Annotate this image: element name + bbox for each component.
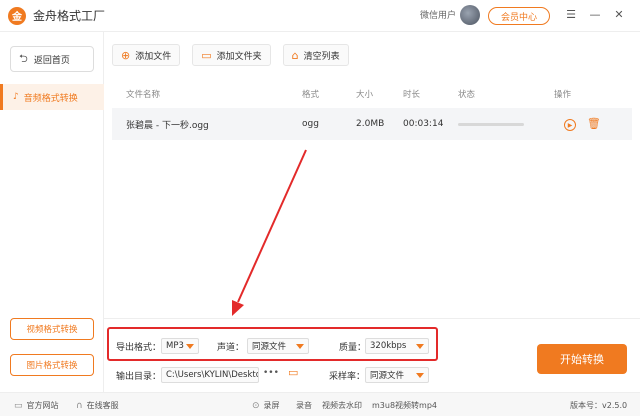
channel-label: 声道： <box>217 343 245 353</box>
watermark-label: 视频去水印 <box>322 401 362 410</box>
version-label: 版本号：v2.5.0 <box>570 401 628 410</box>
browse-icon[interactable]: ••• <box>263 368 279 378</box>
chevron-down-icon <box>416 373 424 378</box>
sample-rate-select[interactable]: 同源文件 <box>365 367 429 383</box>
website-label: 官方网站 <box>26 401 59 410</box>
m3u8-link[interactable]: m3u8视频转mp4 <box>372 400 437 411</box>
start-convert-label: 开始转换 <box>560 353 604 366</box>
chevron-down-icon <box>296 344 304 349</box>
monitor-icon: ▭ <box>14 400 23 411</box>
chevron-down-icon <box>186 344 194 349</box>
output-dir-field[interactable]: C:\Users\KYLIN\Desktop\ <box>161 367 259 383</box>
output-format-value: MP3 <box>166 341 184 351</box>
sample-rate-label: 采样率： <box>329 372 366 382</box>
m3u8-label: m3u8视频转mp4 <box>372 401 438 410</box>
version-text: 版本号：v2.5.0 <box>570 400 627 411</box>
record-audio-label: 录音 <box>296 401 312 410</box>
record-screen-label: 录屏 <box>263 401 280 410</box>
quality-value: 320kbps <box>370 341 407 351</box>
sample-rate-value: 同源文件 <box>370 371 405 381</box>
output-dir-value: C:\Users\KYLIN\Desktop\ <box>166 370 259 380</box>
output-format-select[interactable]: MP3 <box>161 338 199 354</box>
channel-select[interactable]: 同源文件 <box>247 338 309 354</box>
screen-record-icon: ⊙ <box>252 400 260 411</box>
channel-value: 同源文件 <box>252 342 287 352</box>
chevron-down-icon <box>416 344 424 349</box>
record-screen-link[interactable]: ⊙ 录屏 <box>252 400 280 411</box>
headset-icon: ∩ <box>76 400 83 411</box>
website-link[interactable]: ▭ 官方网站 <box>14 400 59 411</box>
output-format-label: 导出格式： <box>116 343 162 353</box>
quality-label: 质量： <box>339 343 367 353</box>
open-folder-icon[interactable]: ▭ <box>288 366 298 379</box>
quality-select[interactable]: 320kbps <box>365 338 429 354</box>
start-convert-button[interactable]: 开始转换 <box>537 344 627 374</box>
record-audio-link[interactable]: 录音 <box>296 400 312 411</box>
output-dir-label: 输出目录： <box>116 372 162 382</box>
status-bar: ▭ 官方网站 ∩ 在线客服 ⊙ 录屏 录音 视频去水印 m3u8视频转mp4 版… <box>0 392 640 416</box>
watermark-link[interactable]: 视频去水印 <box>322 400 362 411</box>
support-link[interactable]: ∩ 在线客服 <box>76 400 119 411</box>
support-label: 在线客服 <box>86 401 119 410</box>
